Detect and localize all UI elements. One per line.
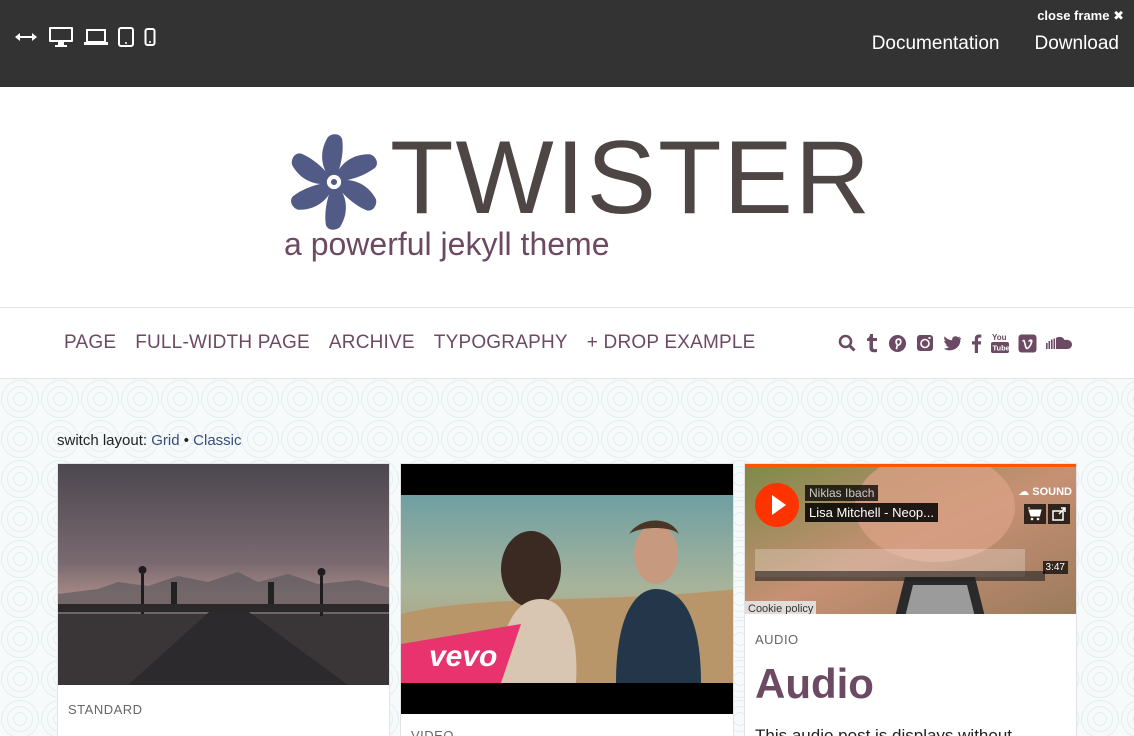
cookie-policy-link[interactable]: Cookie policy	[745, 601, 817, 614]
desktop-icon[interactable]	[48, 26, 74, 48]
post-title[interactable]: Audio	[755, 660, 874, 708]
video-embed[interactable]: vevo	[401, 464, 734, 714]
pinterest-icon[interactable]	[888, 332, 907, 354]
site-tagline: a powerful jekyll theme	[284, 226, 610, 262]
menu: PAGE FULL-WIDTH PAGE ARCHIVE TYPOGRAPHY …	[64, 332, 756, 354]
soundcloud-icon: ☁	[1018, 486, 1030, 498]
share-button[interactable]	[1048, 504, 1070, 524]
close-frame-button[interactable]: close frame ✖	[1037, 8, 1124, 24]
soundcloud-brand-text: SOUND	[1032, 486, 1072, 498]
svg-text:You: You	[992, 333, 1007, 342]
svg-text:Tube: Tube	[993, 344, 1010, 353]
post-grid-area: switch layout: Grid • Classic STANDARD v…	[0, 379, 1134, 736]
menu-item-drop-example[interactable]: + DROP EXAMPLE	[587, 332, 756, 354]
social-links: You Tube	[838, 332, 1074, 354]
soundcloud-logo[interactable]: ☁ SOUND	[1018, 485, 1072, 498]
site-title[interactable]: TWISTER	[390, 126, 872, 230]
mobile-icon[interactable]	[144, 28, 156, 46]
tumblr-icon[interactable]	[865, 332, 879, 354]
vevo-badge: vevo	[429, 640, 497, 673]
post-card-video[interactable]: vevo VIDEO	[400, 463, 734, 736]
preview-toolbar: close frame ✖ Documentation Download	[0, 0, 1134, 87]
post-image[interactable]	[58, 464, 390, 685]
main-nav: PAGE FULL-WIDTH PAGE ARCHIVE TYPOGRAPHY …	[0, 307, 1134, 379]
top-nav: Documentation Download	[872, 33, 1119, 55]
menu-item-full-width-page[interactable]: FULL-WIDTH PAGE	[135, 332, 310, 354]
facebook-icon[interactable]	[971, 332, 982, 354]
layout-separator: •	[183, 432, 189, 449]
tablet-icon[interactable]	[118, 27, 134, 47]
device-switcher	[14, 26, 156, 48]
play-button[interactable]	[755, 483, 799, 527]
youtube-icon[interactable]: You Tube	[991, 332, 1009, 354]
buy-button[interactable]	[1024, 504, 1046, 524]
track-title[interactable]: Lisa Mitchell - Neop...	[805, 503, 938, 522]
documentation-link[interactable]: Documentation	[872, 33, 1000, 55]
search-icon[interactable]	[838, 332, 856, 354]
fullwidth-icon[interactable]	[14, 30, 38, 44]
times-icon: ✖	[1113, 8, 1124, 23]
post-kind-label: VIDEO	[411, 728, 454, 736]
soundcloud-icon[interactable]	[1046, 332, 1074, 354]
track-artist[interactable]: Niklas Ibach	[805, 485, 879, 501]
post-kind-label: STANDARD	[68, 702, 143, 717]
menu-item-typography[interactable]: TYPOGRAPHY	[434, 332, 568, 354]
soundcloud-player: Niklas Ibach Lisa Mitchell - Neop... ☁ S…	[745, 464, 1076, 614]
post-card-standard[interactable]: STANDARD	[57, 463, 390, 736]
twitter-icon[interactable]	[943, 332, 962, 354]
close-frame-label: close frame	[1037, 8, 1110, 23]
post-kind-label: AUDIO	[755, 632, 799, 647]
instagram-icon[interactable]	[916, 332, 934, 354]
post-excerpt: This audio post is displays without	[755, 726, 1013, 736]
layout-switch-label: switch layout:	[57, 432, 148, 449]
post-card-audio[interactable]: Niklas Ibach Lisa Mitchell - Neop... ☁ S…	[744, 463, 1077, 736]
pinwheel-logo-icon[interactable]	[283, 131, 385, 233]
track-duration: 3:47	[1042, 561, 1068, 574]
layout-classic-link[interactable]: Classic	[193, 432, 241, 449]
menu-item-archive[interactable]: ARCHIVE	[329, 332, 415, 354]
vimeo-icon[interactable]	[1018, 332, 1037, 354]
laptop-icon[interactable]	[84, 28, 108, 46]
menu-item-page[interactable]: PAGE	[64, 332, 116, 354]
layout-switcher: switch layout: Grid • Classic	[57, 432, 242, 449]
layout-grid-link[interactable]: Grid	[151, 432, 179, 449]
download-link[interactable]: Download	[1035, 33, 1120, 55]
